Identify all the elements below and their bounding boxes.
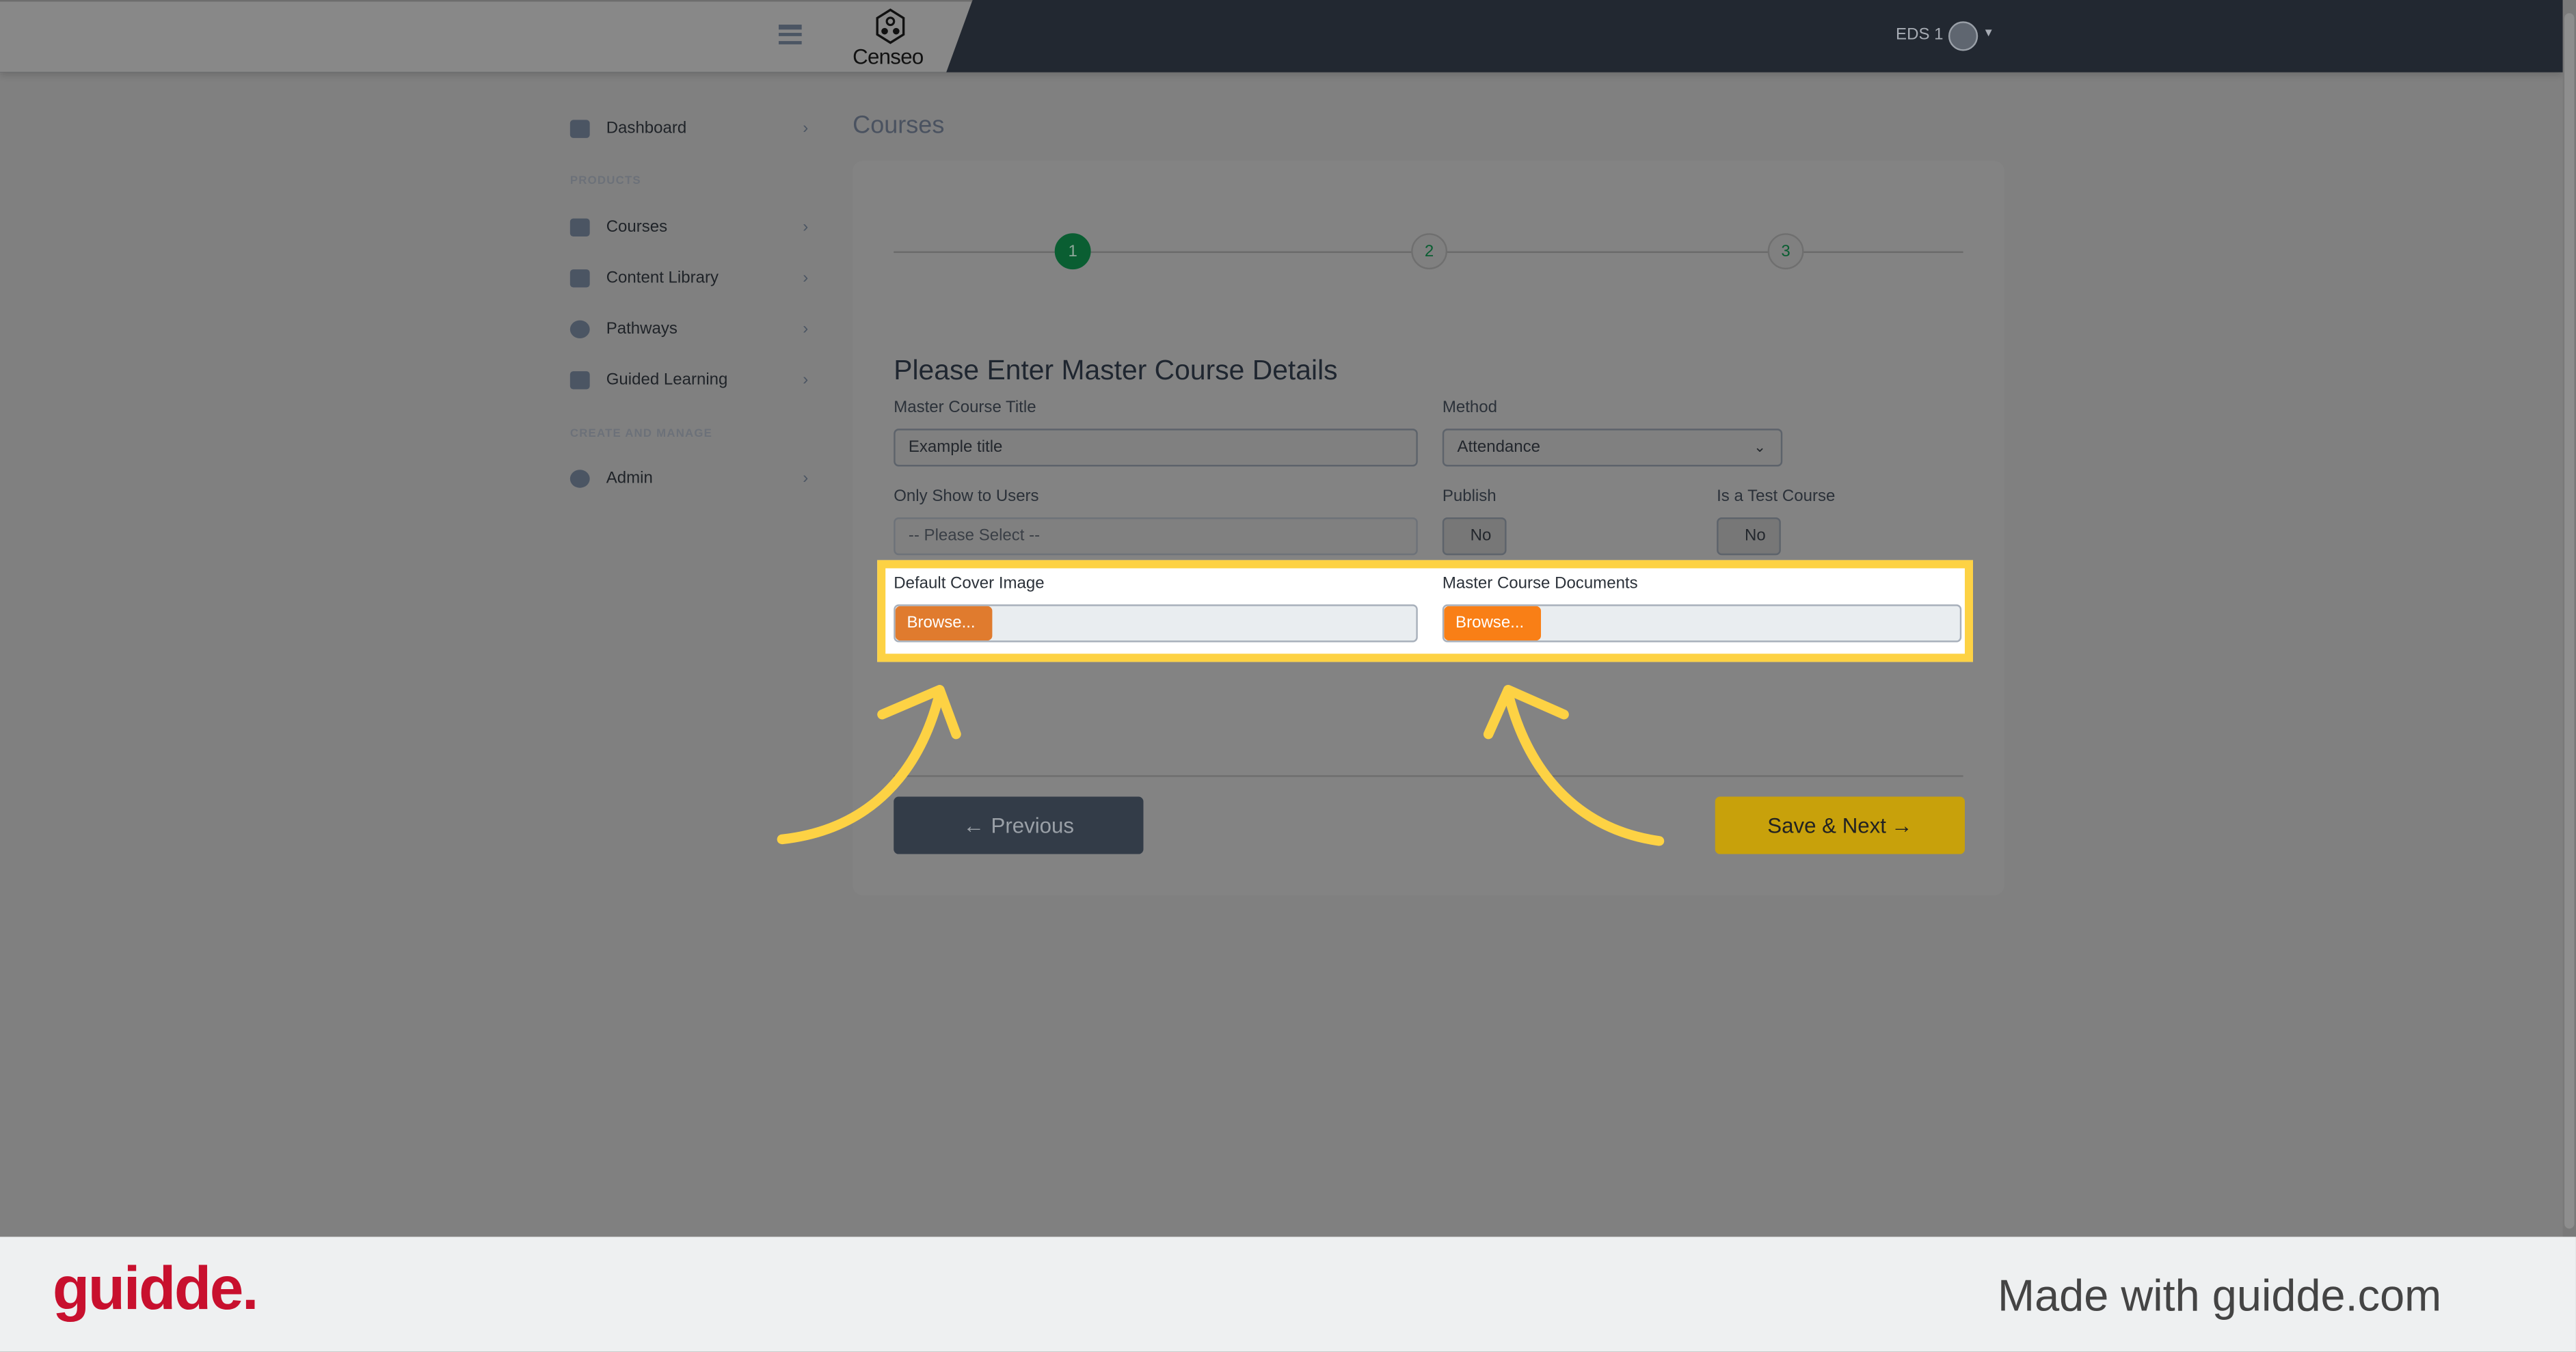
previous-label: Previous [991,813,1075,838]
chevron-right-icon: › [803,319,809,338]
award-icon [569,319,590,338]
sidebar-item-label: Dashboard [606,119,687,137]
method-value: Attendance [1457,438,1541,457]
step-1[interactable]: 1 [1054,233,1091,270]
sidebar-item-admin[interactable]: Admin › [569,463,809,493]
scrollbar[interactable] [2562,0,2576,1237]
step-2[interactable]: 2 [1411,233,1448,270]
documents-label: Master Course Documents [1442,575,1638,593]
top-bar-brand-area [0,0,973,72]
chevron-right-icon: › [803,119,809,137]
logo-text: Censeo [853,44,924,69]
publish-toggle[interactable]: No [1442,517,1507,556]
sidebar-item-label: Content Library [606,268,719,287]
hamburger-icon[interactable] [779,25,802,44]
sidebar-item-label: Courses [606,217,668,236]
sidebar-item-dashboard[interactable]: Dashboard › [569,113,809,143]
title-label: Master Course Title [894,398,1036,418]
sidebar-item-guided-learning[interactable]: Guided Learning › [569,364,809,394]
sidebar-item-label: Guided Learning [606,370,728,389]
save-next-label: Save & Next [1767,813,1886,838]
sidebar-item-content-library[interactable]: Content Library › [569,262,809,292]
courses-icon [569,217,590,236]
chevron-right-icon: › [803,217,809,236]
chevron-right-icon: › [803,370,809,389]
save-next-button[interactable]: Save & Next → [1715,796,1965,854]
divider [894,775,1963,777]
chevron-right-icon: › [803,268,809,287]
documents-browse-button[interactable]: Browse... [1444,606,1542,641]
guidde-logo: guidde. [52,1254,259,1323]
test-course-toggle[interactable]: No [1717,517,1781,556]
gear-icon [569,469,590,487]
sidebar-item-courses[interactable]: Courses › [569,212,809,241]
cover-image-file-input[interactable]: Browse... [894,604,1418,643]
caret-down-icon[interactable]: ▼ [1983,28,1994,40]
method-select[interactable]: Attendance ⌄ [1442,429,1783,467]
test-course-label: Is a Test Course [1717,487,1836,506]
clipboard-icon [569,370,590,389]
method-label: Method [1442,398,1497,418]
page-title: Courses [853,111,945,140]
users-select[interactable]: -- Please Select -- [894,517,1418,556]
documents-file-input[interactable]: Browse... [1442,604,1962,643]
section-products: PRODUCTS [569,176,641,187]
dashboard-icon [569,119,590,137]
cover-browse-button[interactable]: Browse... [895,606,993,641]
cover-image-label: Default Cover Image [894,575,1045,593]
publish-label: Publish [1442,487,1497,506]
sidebar-item-label: Pathways [606,319,677,338]
arrow-left-icon: ← [963,813,984,838]
previous-button[interactable]: ← Previous [894,796,1144,854]
sidebar-item-pathways[interactable]: Pathways › [569,314,809,343]
users-label: Only Show to Users [894,487,1039,506]
censeo-logo-icon [876,8,905,44]
section-create-and-manage: CREATE AND MANAGE [569,429,713,441]
made-with-text: Made with guidde.com [1998,1271,2442,1321]
user-name[interactable]: EDS 1 [1896,26,1943,44]
sidebar-item-label: Admin [606,469,653,487]
step-3[interactable]: 3 [1767,233,1804,270]
chevron-down-icon: ⌄ [1754,438,1767,455]
arrow-right-icon: → [1891,813,1913,838]
scrollbar-thumb[interactable] [2564,13,2575,1229]
user-circle-icon[interactable] [1948,21,1978,51]
chevron-right-icon: › [803,469,809,487]
book-icon [569,268,590,287]
form-heading: Please Enter Master Course Details [894,355,1338,386]
app: Censeo EDS 1 ▼ Dashboard › PRODUCTS Cours… [0,0,2576,1352]
course-title-input[interactable]: Example title [894,429,1418,467]
